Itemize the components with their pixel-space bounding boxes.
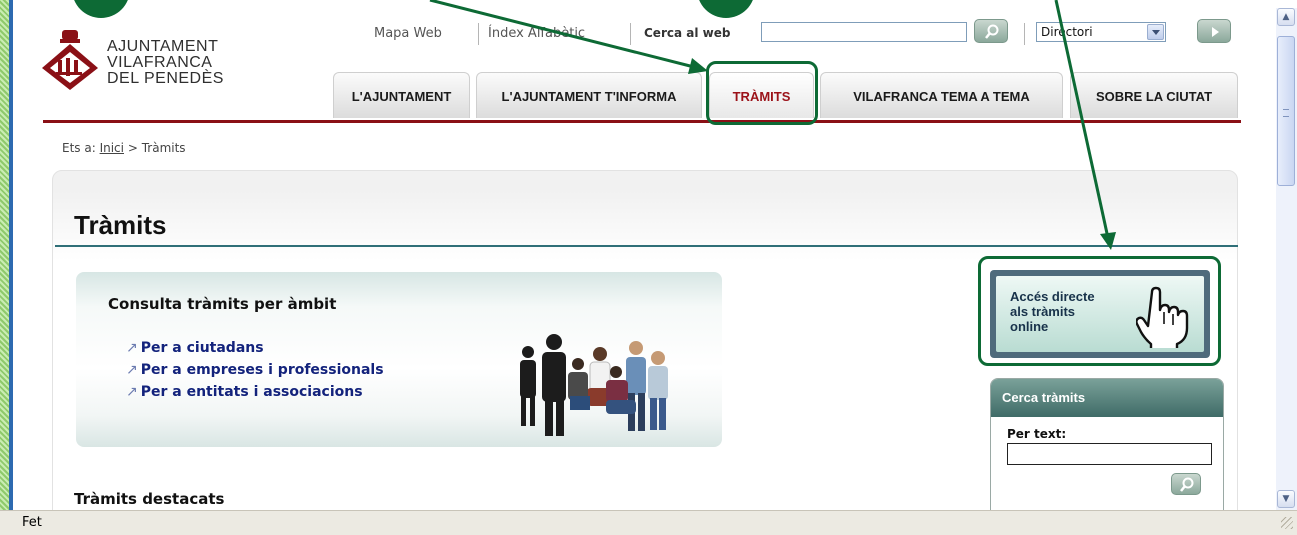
scrollbar-thumb[interactable] [1277, 36, 1295, 186]
status-bar: Fet [0, 510, 1297, 535]
arrowhead-icon [688, 58, 708, 74]
scroll-grip-icon [1283, 109, 1289, 117]
scroll-up-icon[interactable]: ▲ [1277, 8, 1295, 26]
arrowhead-icon [1100, 232, 1116, 250]
arrow-to-tramits-tab [429, 0, 699, 70]
vertical-scrollbar[interactable]: ▲ ▼ [1276, 8, 1297, 510]
resize-grip-icon[interactable] [1281, 517, 1293, 529]
arrow-to-online-button [1054, 0, 1110, 239]
scroll-down-icon[interactable]: ▼ [1277, 490, 1295, 508]
status-text: Fet [22, 515, 42, 530]
annotation-arrows [429, 0, 1116, 250]
